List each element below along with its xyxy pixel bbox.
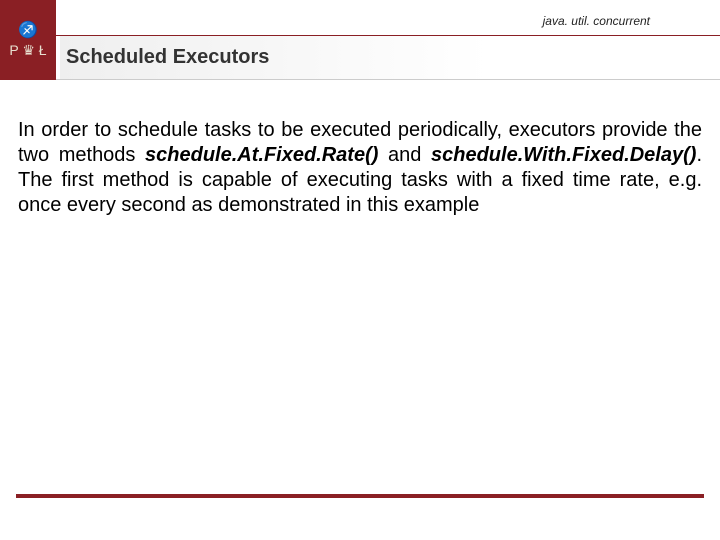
slide-title: Scheduled Executors (66, 46, 269, 69)
logo-bottom-text: P ♛ Ł (9, 43, 46, 58)
method-name-1: schedule.At.Fixed.Rate() (145, 144, 378, 166)
body-paragraph: In order to schedule tasks to be execute… (18, 118, 702, 218)
title-bar: Scheduled Executors (0, 36, 720, 80)
slide-content: In order to schedule tasks to be execute… (0, 80, 720, 218)
header-top-strip: java. util. concurrent (0, 0, 720, 36)
footer-rule (16, 494, 704, 498)
university-logo: ♐ P ♛ Ł (0, 0, 56, 80)
method-name-2: schedule.With.Fixed.Delay() (431, 144, 696, 166)
package-label: java. util. concurrent (543, 14, 650, 28)
title-area: Scheduled Executors (60, 36, 720, 79)
body-text-2: and (378, 144, 431, 166)
logo-top-icon: ♐ (18, 22, 38, 40)
